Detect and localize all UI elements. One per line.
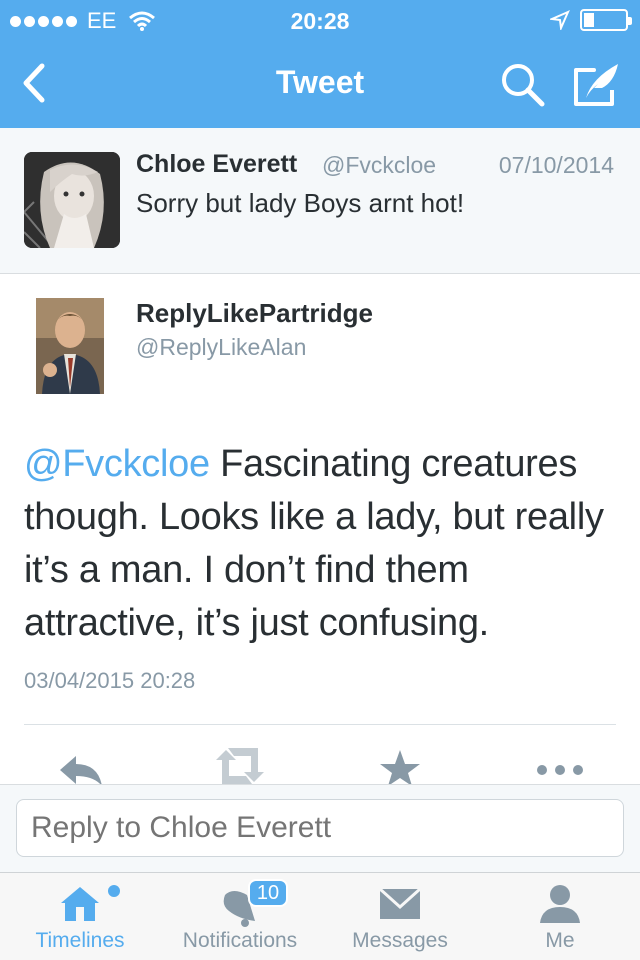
avatar[interactable] [24, 152, 120, 248]
search-icon[interactable] [498, 60, 546, 108]
status-time: 20:28 [290, 8, 350, 34]
tweet-text: @Fvckcloe Fascinating creatures though. … [24, 438, 624, 650]
status-right [550, 9, 632, 31]
reply-input[interactable] [16, 799, 624, 857]
avatar[interactable] [36, 298, 104, 394]
location-arrow-icon [550, 10, 570, 30]
retweet-icon[interactable] [212, 746, 268, 784]
profile-icon [540, 885, 580, 923]
mention-link[interactable]: @Fvckcloe [24, 443, 210, 485]
tab-notifications[interactable]: 10 Notifications [160, 873, 320, 960]
avatar-image [24, 152, 120, 248]
tab-me[interactable]: Me [480, 873, 640, 960]
tweet-actions [0, 740, 640, 784]
battery-level [584, 13, 594, 27]
divider [24, 724, 616, 725]
author-handle[interactable]: @Fvckcloe [322, 152, 436, 179]
status-bar: EE 20:28 [0, 0, 640, 40]
notification-badge: 10 [248, 879, 288, 907]
author-handle[interactable]: @ReplyLikeAlan [136, 334, 306, 361]
top-bar: EE 20:28 Tweet [0, 0, 640, 128]
tab-messages[interactable]: Messages [320, 873, 480, 960]
tab-bar: Timelines 10 Notifications Messages Me [0, 872, 640, 960]
tweet-date: 07/10/2014 [498, 152, 614, 178]
tweet-text: Sorry but lady Boys arnt hot! [136, 188, 465, 218]
tab-timelines[interactable]: Timelines [0, 873, 160, 960]
tab-label: Notifications [182, 929, 298, 952]
unread-dot [108, 885, 120, 897]
tweet-timestamp: 03/04/2015 20:28 [24, 668, 196, 693]
tab-label: Me [545, 929, 575, 952]
home-icon [61, 887, 99, 921]
avatar-image [36, 298, 104, 394]
compose-icon[interactable] [572, 60, 622, 108]
author-name[interactable]: ReplyLikePartridge [136, 298, 373, 329]
tab-label: Messages [352, 929, 448, 952]
more-icon[interactable] [532, 746, 588, 784]
messages-icon [378, 887, 422, 919]
original-tweet[interactable]: Chloe Everett @Fvckcloe 07/10/2014 Sorry… [0, 128, 640, 274]
favorite-icon[interactable] [372, 746, 428, 784]
battery-icon [580, 9, 632, 31]
navigation-bar: Tweet [0, 40, 640, 128]
reply-bar [0, 784, 640, 872]
tab-label: Timelines [35, 929, 125, 952]
author-name[interactable]: Chloe Everett [136, 150, 297, 179]
reply-icon[interactable] [54, 746, 110, 784]
